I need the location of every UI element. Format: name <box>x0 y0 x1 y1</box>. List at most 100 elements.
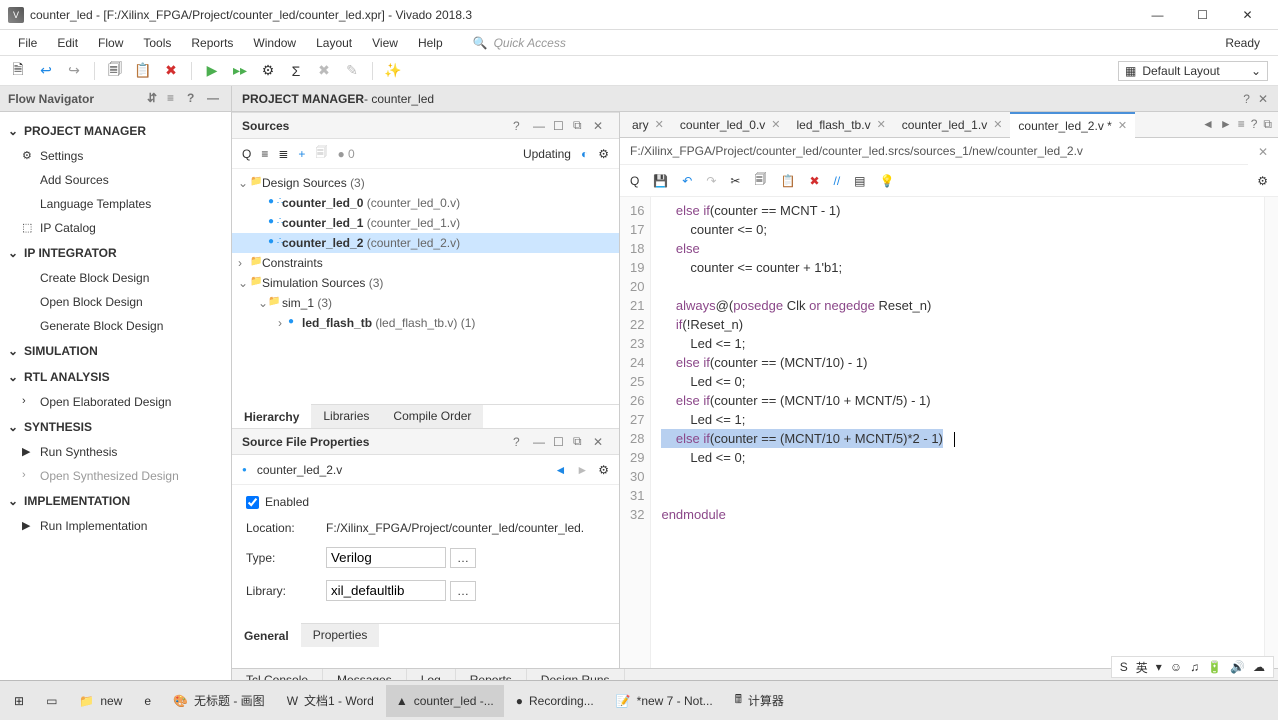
systray-icon[interactable]: ▾ <box>1156 660 1162 674</box>
help-icon[interactable]: ? <box>513 119 529 133</box>
tree-sim-sources[interactable]: ⌄📁 Simulation Sources (3) <box>232 273 619 293</box>
stop-icon[interactable]: ✖ <box>163 63 179 79</box>
menu-file[interactable]: File <box>8 32 47 54</box>
nav-item[interactable]: Generate Block Design <box>0 314 231 338</box>
step-icon[interactable]: ▸▸ <box>232 63 248 79</box>
code-line[interactable] <box>661 467 1268 486</box>
editor-tab[interactable]: led_flash_tb.v✕ <box>789 112 894 138</box>
gear-icon[interactable]: ⚙ <box>1257 174 1268 188</box>
copy-icon[interactable]: 🗐 <box>754 170 766 191</box>
minimize-button[interactable]: ― <box>1135 1 1180 29</box>
taskbar-item[interactable]: 📝*new 7 - Not... <box>606 685 723 717</box>
library-more-button[interactable]: … <box>450 581 476 601</box>
code-line[interactable]: else <box>661 239 1268 258</box>
code-line[interactable]: counter <= 0; <box>661 220 1268 239</box>
gear-icon[interactable]: ⚙ <box>598 147 609 161</box>
minimize-pane-icon[interactable]: — <box>207 91 223 107</box>
run-icon[interactable]: ▶ <box>204 63 220 79</box>
nav-item[interactable]: ▶Run Implementation <box>0 514 231 538</box>
code-line[interactable]: endmodule <box>661 505 1268 524</box>
close-icon[interactable]: ✕ <box>593 435 609 449</box>
settings-icon[interactable]: ≡ <box>167 91 183 107</box>
taskbar-item[interactable]: ▭ <box>36 685 67 717</box>
nav-section[interactable]: SYNTHESIS <box>0 414 231 440</box>
type-more-button[interactable]: … <box>450 548 476 568</box>
gear-icon[interactable]: ⚙ <box>260 63 276 79</box>
library-input[interactable] <box>326 580 446 601</box>
wand-icon[interactable]: ✨ <box>385 63 401 79</box>
nav-item[interactable]: ⬚IP Catalog <box>0 216 231 240</box>
close-icon[interactable]: ✕ <box>655 118 664 131</box>
code-line[interactable] <box>661 486 1268 505</box>
tab-hierarchy[interactable]: Hierarchy <box>232 404 311 428</box>
code-line[interactable]: else if(counter == (MCNT/10) - 1) <box>661 353 1268 372</box>
bulb-icon[interactable]: 💡 <box>880 174 895 188</box>
maximize-icon[interactable]: ☐ <box>553 435 569 449</box>
minimize-icon[interactable]: — <box>533 435 549 449</box>
enabled-checkbox[interactable] <box>246 496 259 509</box>
clipboard-icon[interactable]: 🗐 <box>315 143 327 164</box>
editor-tab[interactable]: ary✕ <box>624 112 672 138</box>
tree-sim1[interactable]: ⌄📁 sim_1 (3) <box>232 293 619 313</box>
tree-tb[interactable]: ›● led_flash_tb (led_flash_tb.v) (1) <box>232 313 619 333</box>
tree-design-sources[interactable]: ⌄📁 Design Sources (3) <box>232 173 619 193</box>
editor-tab[interactable]: counter_led_1.v✕ <box>894 112 1011 138</box>
list-icon[interactable]: ≡ <box>1238 117 1245 132</box>
gear-icon[interactable]: ⚙ <box>598 463 609 477</box>
paste-icon[interactable]: 📋 <box>135 63 151 79</box>
nav-item[interactable]: Open Block Design <box>0 290 231 314</box>
systray-icon[interactable]: ♫ <box>1190 660 1199 674</box>
nav-section[interactable]: RTL ANALYSIS <box>0 364 231 390</box>
tree-file-item[interactable]: ● ∴counter_led_2 (counter_led_2.v) <box>232 233 619 253</box>
collapse-icon[interactable]: ⇵ <box>147 91 163 107</box>
taskbar-item[interactable]: 🎨无标题 - 画图 <box>163 685 275 717</box>
systray-icon[interactable]: S <box>1120 660 1128 674</box>
type-input[interactable] <box>326 547 446 568</box>
menu-flow[interactable]: Flow <box>88 32 133 54</box>
help-icon[interactable]: ? <box>1251 117 1258 132</box>
close-icon[interactable]: ✕ <box>993 118 1002 131</box>
tree-constraints[interactable]: ›📁 Constraints <box>232 253 619 273</box>
nav-section[interactable]: SIMULATION <box>0 338 231 364</box>
menu-window[interactable]: Window <box>243 32 306 54</box>
redo-icon[interactable]: ↷ <box>706 174 716 188</box>
code-line[interactable]: Led <= 0; <box>661 448 1268 467</box>
code-line[interactable]: counter <= counter + 1'b1; <box>661 258 1268 277</box>
code-line[interactable]: always@(posedge Clk or negedge Reset_n) <box>661 296 1268 315</box>
layout-dropdown[interactable]: ▦ Default Layout ⌄ <box>1118 61 1268 81</box>
add-icon[interactable]: + <box>298 147 305 161</box>
menu-view[interactable]: View <box>362 32 408 54</box>
menu-edit[interactable]: Edit <box>47 32 88 54</box>
systray-icon[interactable]: ☺ <box>1170 660 1182 674</box>
expand-icon[interactable]: ≣ <box>278 147 288 161</box>
brush-icon[interactable]: ✎ <box>344 63 360 79</box>
tab-libraries[interactable]: Libraries <box>311 405 381 428</box>
nav-item[interactable]: Create Block Design <box>0 266 231 290</box>
comment-icon[interactable]: // <box>834 174 841 188</box>
code-line[interactable]: Led <= 1; <box>661 410 1268 429</box>
maximize-icon[interactable]: ☐ <box>553 119 569 133</box>
close-icon[interactable]: ✕ <box>1248 145 1278 159</box>
systray-icon[interactable]: ☁ <box>1253 660 1265 674</box>
next-icon[interactable]: ► <box>576 463 588 477</box>
taskbar-item[interactable]: ▲counter_led -... <box>386 685 504 717</box>
code-line[interactable]: else if(counter == MCNT - 1) <box>661 201 1268 220</box>
tree-file-item[interactable]: ● ∴counter_led_0 (counter_led_0.v) <box>232 193 619 213</box>
menu-tools[interactable]: Tools <box>133 32 181 54</box>
code-line[interactable]: else if(counter == (MCNT/10 + MCNT/5) - … <box>661 391 1268 410</box>
max-icon[interactable]: ⧉ <box>1263 117 1272 132</box>
code-line[interactable]: if(!Reset_n) <box>661 315 1268 334</box>
close-icon[interactable]: ✕ <box>771 118 780 131</box>
nav-section[interactable]: PROJECT MANAGER <box>0 118 231 144</box>
search-icon[interactable]: Q <box>630 174 639 188</box>
undo-icon[interactable]: ↩ <box>38 63 54 79</box>
prev-icon[interactable]: ◄ <box>1202 117 1214 132</box>
taskbar-item[interactable]: 📁new <box>69 685 132 717</box>
undo-icon[interactable]: ↶ <box>682 174 692 188</box>
nav-item[interactable]: Language Templates <box>0 192 231 216</box>
tab-general[interactable]: General <box>232 623 301 647</box>
close-window-button[interactable]: ✕ <box>1225 1 1270 29</box>
close-icon[interactable]: ✕ <box>1118 119 1127 132</box>
close-icon[interactable]: ✕ <box>593 119 609 133</box>
minimize-icon[interactable]: — <box>533 119 549 133</box>
